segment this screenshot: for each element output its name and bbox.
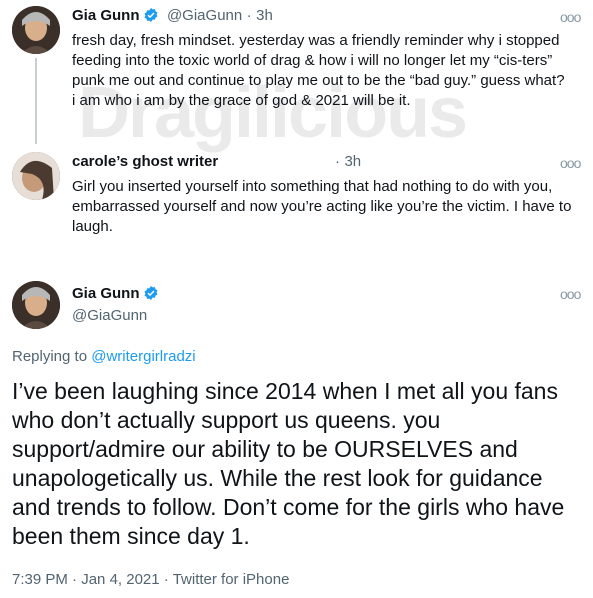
tweet-time[interactable]: 7:39 PM [12,571,68,588]
verified-badge-icon [144,8,157,22]
timestamp[interactable]: 3h [256,7,273,24]
handle[interactable]: @GiaGunn [167,7,242,24]
main-tweet[interactable]: Gia Gunn @GiaGunn ooo Replying to @write… [0,276,593,598]
tweet-gia-gunn[interactable]: Gia Gunn @GiaGunn · 3h ooo fresh day, fr… [0,0,593,144]
avatar[interactable] [12,152,60,200]
reply-mention-link[interactable]: @writergirlradzi [91,348,195,365]
tweet-text: Girl you inserted yourself into somethin… [72,178,572,235]
display-name[interactable]: Gia Gunn [72,285,140,302]
display-name[interactable]: Gia Gunn [72,7,140,24]
timestamp[interactable]: 3h [344,153,361,170]
replying-to: Replying to @writergirlradzi [12,348,196,365]
display-name[interactable]: carole’s ghost writer [72,153,218,170]
dot-separator: · [335,153,340,170]
verified-badge-icon [144,286,157,300]
tweet-meta: 7:39 PM · Jan 4, 2021 · Twitter for iPho… [12,571,289,588]
handle[interactable]: @GiaGunn [72,307,147,324]
more-options-icon[interactable]: ooo [560,9,581,25]
meta-separator: · [72,571,78,588]
tweet-date[interactable]: Jan 4, 2021 [81,571,159,588]
dot-separator: · [246,7,252,24]
replying-to-label: Replying to [12,348,88,365]
more-options-icon[interactable]: ooo [560,286,581,302]
avatar[interactable] [12,281,60,329]
tweet-text: I’ve been laughing since 2014 when I met… [12,378,565,549]
thread-line [35,58,37,144]
tweet-text: fresh day, fresh mindset. yesterday was … [72,32,565,109]
tweet-source[interactable]: Twitter for iPhone [173,571,290,588]
more-options-icon[interactable]: ooo [560,155,581,171]
meta-separator: · [163,571,169,588]
tweet-reply-carole[interactable]: carole’s ghost writer · 3h ooo Girl you … [0,146,593,256]
avatar[interactable] [12,6,60,54]
